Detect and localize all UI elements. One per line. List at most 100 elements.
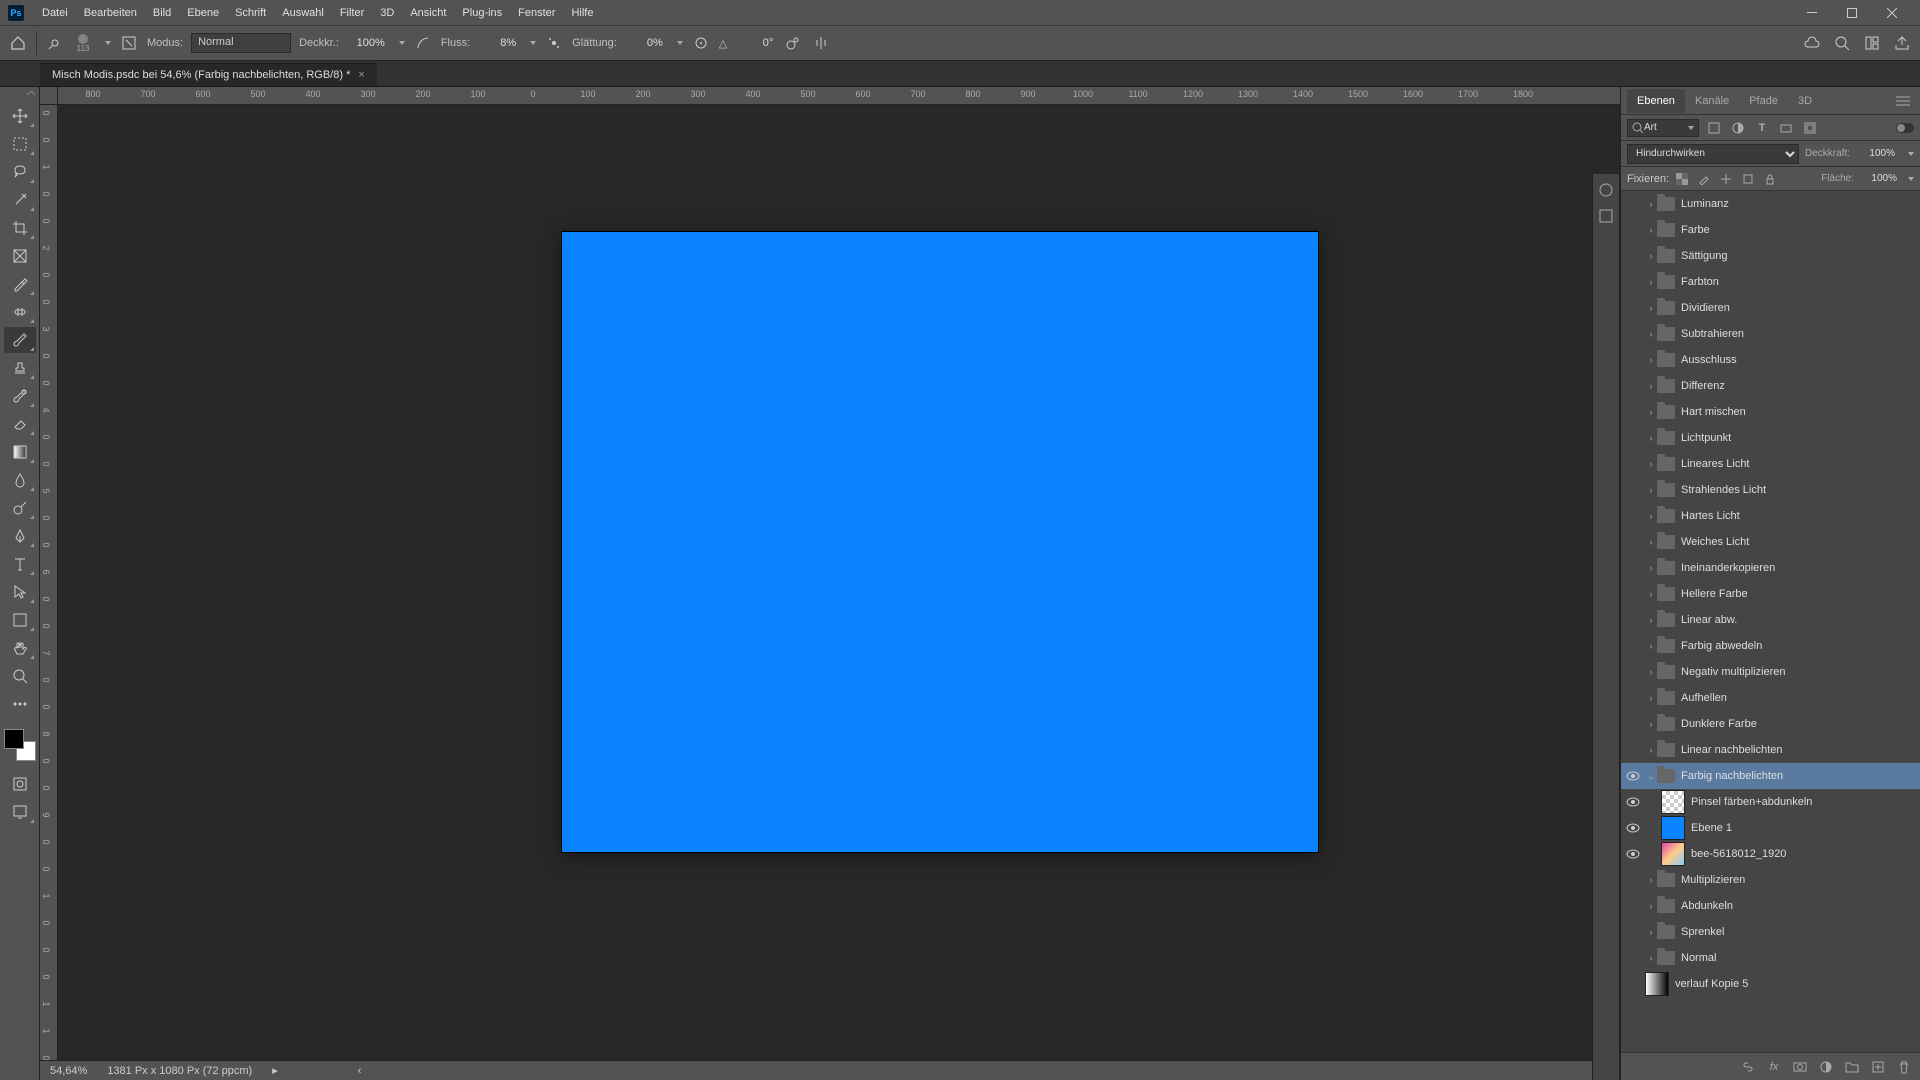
chevron-right-icon[interactable]: › bbox=[1645, 511, 1657, 521]
layer-name[interactable]: Farbig nachbelichten bbox=[1681, 770, 1783, 782]
panel-tab-pfade[interactable]: Pfade bbox=[1739, 89, 1788, 113]
menu-ansicht[interactable]: Ansicht bbox=[402, 4, 454, 22]
flow-input[interactable] bbox=[478, 37, 518, 49]
chevron-down-icon[interactable] bbox=[1908, 177, 1914, 181]
maximize-button[interactable] bbox=[1832, 0, 1872, 25]
chevron-right-icon[interactable]: › bbox=[1645, 381, 1657, 391]
cloud-icon[interactable] bbox=[1802, 33, 1822, 53]
chevron-right-icon[interactable]: › bbox=[1645, 719, 1657, 729]
layer-name[interactable]: Ineinanderkopieren bbox=[1681, 562, 1775, 574]
gradient-tool[interactable] bbox=[4, 439, 36, 465]
airbrush-icon[interactable] bbox=[544, 33, 564, 53]
layer-name[interactable]: Linear abw. bbox=[1681, 614, 1737, 626]
ruler-origin[interactable] bbox=[40, 87, 58, 105]
filter-smart-icon[interactable] bbox=[1801, 119, 1819, 137]
layer-group[interactable]: ›Normal bbox=[1621, 945, 1920, 971]
layer-group[interactable]: ⌄Farbig nachbelichten bbox=[1621, 763, 1920, 789]
hand-tool[interactable] bbox=[4, 635, 36, 661]
link-layers-icon[interactable] bbox=[1738, 1057, 1758, 1077]
layer-name[interactable]: Weiches Licht bbox=[1681, 536, 1749, 548]
filter-pixel-icon[interactable] bbox=[1705, 119, 1723, 137]
layer-filter-input[interactable] bbox=[1644, 122, 1684, 133]
layer-name[interactable]: Linear nachbelichten bbox=[1681, 744, 1783, 756]
layer-thumbnail[interactable] bbox=[1645, 972, 1669, 996]
layer-name[interactable]: Lichtpunkt bbox=[1681, 432, 1731, 444]
visibility-toggle[interactable] bbox=[1621, 823, 1645, 833]
layer-name[interactable]: Farbton bbox=[1681, 276, 1719, 288]
tool-preset-icon[interactable] bbox=[45, 33, 65, 53]
visibility-toggle[interactable] bbox=[1621, 797, 1645, 807]
layer-group[interactable]: ›Hellere Farbe bbox=[1621, 581, 1920, 607]
layer-name[interactable]: bee-5618012_1920 bbox=[1691, 848, 1786, 860]
color-swatches[interactable] bbox=[4, 729, 36, 761]
chevron-right-icon[interactable]: › bbox=[1645, 693, 1657, 703]
canvas-area[interactable]: 9008007006005004003002001000100200300400… bbox=[40, 87, 1620, 1080]
chevron-right-icon[interactable]: › bbox=[1645, 901, 1657, 911]
chevron-right-icon[interactable]: › bbox=[1645, 667, 1657, 677]
layer-mask-icon[interactable] bbox=[1790, 1057, 1810, 1077]
layer-name[interactable]: Dividieren bbox=[1681, 302, 1730, 314]
pressure-opacity-icon[interactable] bbox=[413, 33, 433, 53]
dock-properties-icon[interactable] bbox=[1596, 206, 1616, 226]
marquee-tool[interactable] bbox=[4, 131, 36, 157]
menu-datei[interactable]: Datei bbox=[34, 4, 76, 22]
smoothing-options-icon[interactable] bbox=[691, 33, 711, 53]
chevron-down-icon[interactable] bbox=[399, 41, 405, 45]
history-brush-tool[interactable] bbox=[4, 383, 36, 409]
layer-group[interactable]: ›Lineares Licht bbox=[1621, 451, 1920, 477]
layer-group[interactable]: ›Sprenkel bbox=[1621, 919, 1920, 945]
chevron-right-icon[interactable]: › bbox=[1645, 251, 1657, 261]
chevron-right-icon[interactable]: › bbox=[1645, 355, 1657, 365]
brush-panel-toggle-icon[interactable] bbox=[119, 33, 139, 53]
layer-group[interactable]: ›Aufhellen bbox=[1621, 685, 1920, 711]
layer-name[interactable]: Farbe bbox=[1681, 224, 1710, 236]
layer-name[interactable]: Ebene 1 bbox=[1691, 822, 1732, 834]
layer-opacity-input[interactable] bbox=[1856, 147, 1898, 160]
stamp-tool[interactable] bbox=[4, 355, 36, 381]
layer-list[interactable]: ›Luminanz›Farbe›Sättigung›Farbton›Dividi… bbox=[1621, 191, 1920, 1052]
minimize-button[interactable] bbox=[1792, 0, 1832, 25]
close-tab-icon[interactable]: × bbox=[358, 69, 364, 81]
quickmask-tool[interactable] bbox=[4, 771, 36, 797]
workspace-icon[interactable] bbox=[1862, 33, 1882, 53]
menu-hilfe[interactable]: Hilfe bbox=[563, 4, 601, 22]
layer-group[interactable]: ›Luminanz bbox=[1621, 191, 1920, 217]
foreground-color[interactable] bbox=[4, 729, 24, 749]
type-tool[interactable] bbox=[4, 551, 36, 577]
chevron-right-icon[interactable]: › bbox=[1645, 199, 1657, 209]
layer-thumbnail[interactable] bbox=[1661, 842, 1685, 866]
layer-name[interactable]: Hartes Licht bbox=[1681, 510, 1740, 522]
filter-shape-icon[interactable] bbox=[1777, 119, 1795, 137]
blend-mode-select[interactable]: Normal bbox=[191, 33, 291, 53]
adjustment-layer-icon[interactable] bbox=[1816, 1057, 1836, 1077]
wand-tool[interactable] bbox=[4, 187, 36, 213]
menu-filter[interactable]: Filter bbox=[332, 4, 372, 22]
layer-fx-icon[interactable]: fx bbox=[1764, 1057, 1784, 1077]
status-chevron-icon[interactable]: ▸ bbox=[272, 1064, 278, 1077]
chevron-right-icon[interactable]: › bbox=[1645, 953, 1657, 963]
more-tools[interactable] bbox=[4, 691, 36, 717]
doc-info[interactable]: 1381 Px x 1080 Px (72 ppcm) bbox=[107, 1065, 252, 1077]
ruler-horizontal[interactable]: 9008007006005004003002001000100200300400… bbox=[58, 87, 1620, 105]
layer-group[interactable]: ›Linear abw. bbox=[1621, 607, 1920, 633]
panel-menu-icon[interactable] bbox=[1892, 92, 1914, 110]
frame-tool[interactable] bbox=[4, 243, 36, 269]
chevron-down-icon[interactable] bbox=[677, 41, 683, 45]
healing-tool[interactable] bbox=[4, 299, 36, 325]
chevron-right-icon[interactable]: › bbox=[1645, 225, 1657, 235]
search-icon[interactable] bbox=[1832, 33, 1852, 53]
layer-group[interactable]: ›Lichtpunkt bbox=[1621, 425, 1920, 451]
layer-group[interactable]: ›Farbton bbox=[1621, 269, 1920, 295]
layer-item[interactable]: bee-5618012_1920 bbox=[1621, 841, 1920, 867]
chevron-right-icon[interactable]: › bbox=[1645, 485, 1657, 495]
layer-blend-mode-select[interactable]: Hindurchwirken bbox=[1627, 144, 1799, 164]
layer-name[interactable]: Farbig abwedeln bbox=[1681, 640, 1762, 652]
menu-bearbeiten[interactable]: Bearbeiten bbox=[76, 4, 145, 22]
chevron-right-icon[interactable]: › bbox=[1645, 875, 1657, 885]
layer-group[interactable]: ›Differenz bbox=[1621, 373, 1920, 399]
layer-thumbnail[interactable] bbox=[1661, 816, 1685, 840]
menu-3d[interactable]: 3D bbox=[372, 4, 402, 22]
eraser-tool[interactable] bbox=[4, 411, 36, 437]
layer-item[interactable]: verlauf Kopie 5 bbox=[1621, 971, 1920, 997]
layer-group[interactable]: ›Hart mischen bbox=[1621, 399, 1920, 425]
